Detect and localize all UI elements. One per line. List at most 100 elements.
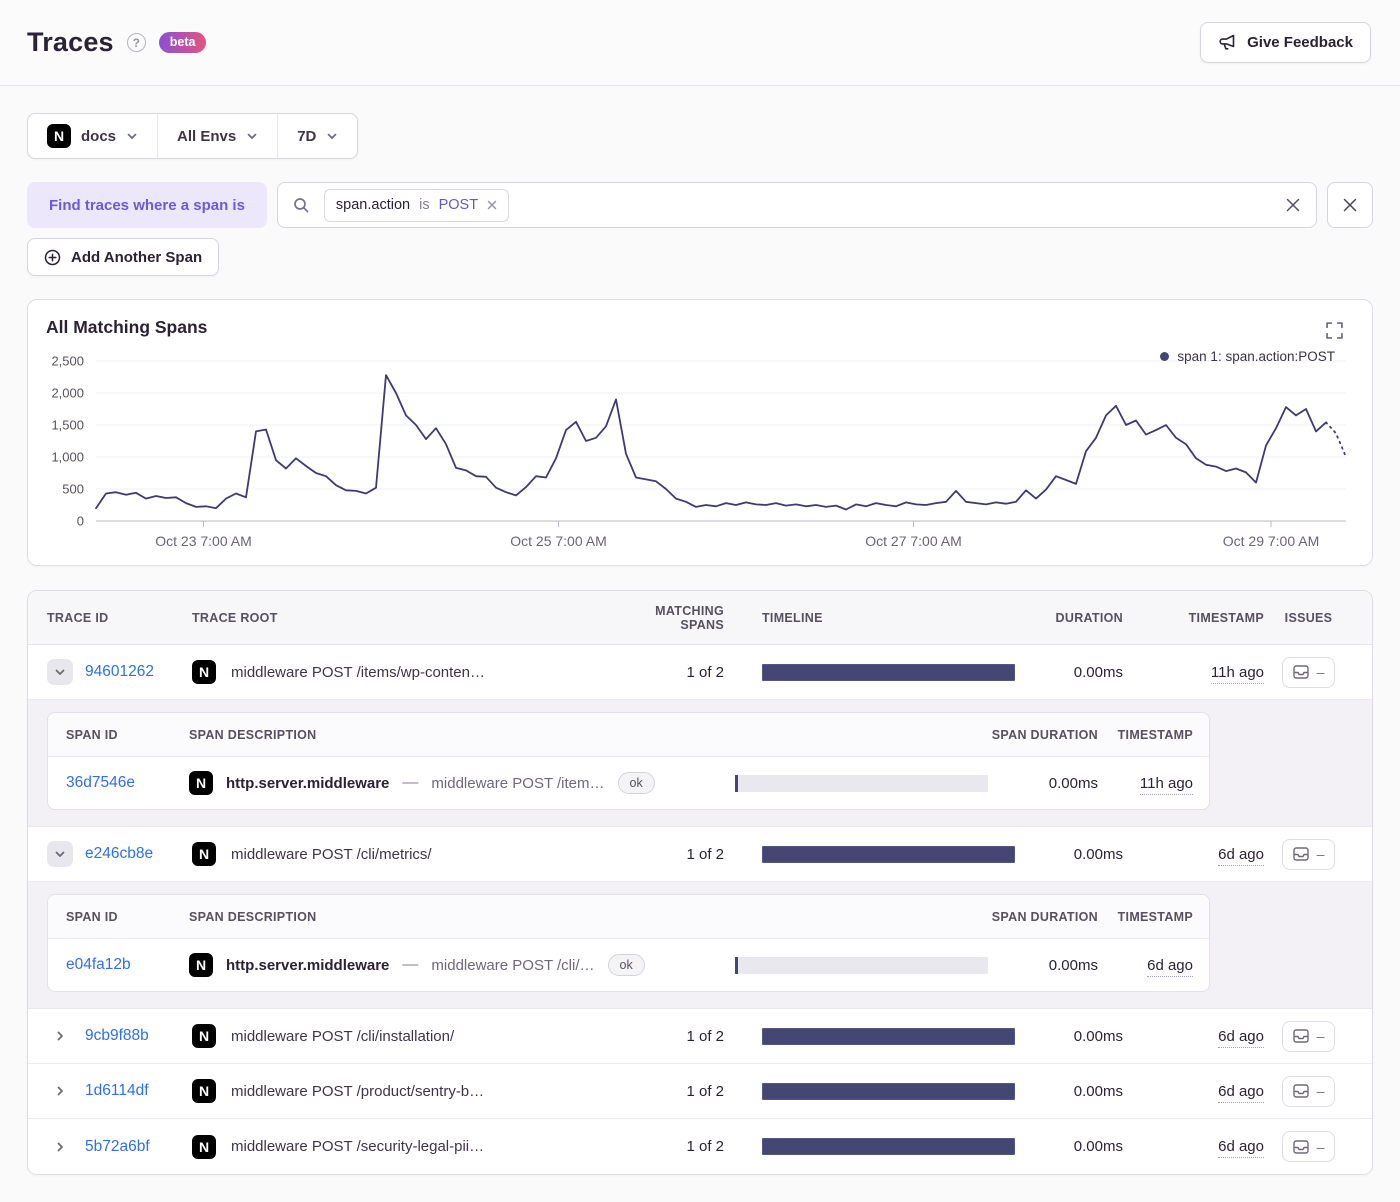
span-description: middleware POST /cli/…: [431, 956, 595, 974]
collapse-trace-button[interactable]: [47, 659, 73, 685]
svg-text:500: 500: [62, 482, 84, 497]
svg-text:Oct 25 7:00 AM: Oct 25 7:00 AM: [510, 533, 607, 549]
chevron-down-icon: [54, 666, 66, 678]
matching-spans-count: 1 of 2: [686, 1138, 724, 1155]
span-id-link[interactable]: e04fa12b: [66, 956, 189, 974]
timestamp-value[interactable]: 6d ago: [1218, 1138, 1264, 1158]
trace-id-link[interactable]: 9cb9f88b: [85, 1027, 149, 1045]
trace-root-label: middleware POST /product/sentry-b…: [231, 1082, 485, 1100]
clear-search-icon[interactable]: [1285, 197, 1301, 213]
give-feedback-button[interactable]: Give Feedback: [1200, 22, 1371, 63]
project-selector[interactable]: N docs: [28, 114, 157, 158]
issues-button[interactable]: –: [1281, 1075, 1336, 1107]
issues-button[interactable]: –: [1281, 1020, 1336, 1052]
trace-id-link[interactable]: 94601262: [85, 663, 154, 681]
issues-icon: [1292, 665, 1309, 679]
matching-spans-count: 1 of 2: [686, 663, 724, 681]
date-range-selector[interactable]: 7D: [277, 114, 357, 158]
span-timeline-bar: [735, 774, 988, 792]
spans-subtable-header: SPAN ID SPAN DESCRIPTION SPAN DURATION TIME…: [48, 895, 1209, 939]
chevron-down-icon: [54, 848, 66, 860]
issues-icon: [1292, 1139, 1309, 1154]
add-another-span-label: Add Another Span: [71, 248, 203, 266]
trace-table-row: 5b72a6bf Nmiddleware POST /security-legal…: [28, 1119, 1372, 1174]
span-duration-value: 0.00ms: [1048, 956, 1098, 974]
remove-span-query-button[interactable]: [1327, 182, 1373, 228]
nextjs-icon: N: [189, 771, 213, 795]
chevron-right-icon: [54, 1030, 66, 1042]
col-matching-spans: MATCHING SPANS: [655, 603, 724, 632]
svg-text:0: 0: [77, 514, 84, 529]
environment-label: All Envs: [177, 127, 237, 145]
issues-button[interactable]: –: [1281, 838, 1336, 870]
legend-dot-icon: [1160, 352, 1170, 361]
expand-chart-icon[interactable]: [1326, 322, 1343, 339]
svg-text:2,500: 2,500: [51, 354, 84, 369]
col-span-duration: SPAN DURATION: [991, 727, 1098, 742]
issues-button[interactable]: –: [1281, 1131, 1336, 1162]
matching-spans-count: 1 of 2: [686, 1082, 724, 1100]
expanded-spans-panel: SPAN ID SPAN DESCRIPTION SPAN DURATION TIME…: [28, 882, 1372, 1009]
timestamp-value[interactable]: 6d ago: [1218, 845, 1264, 866]
chevron-down-icon: [326, 130, 338, 142]
col-span-timestamp: TIMESTAMP: [1117, 909, 1193, 924]
trace-root-label: middleware POST /cli/metrics/: [231, 845, 432, 863]
trace-id-link[interactable]: 1d6114df: [85, 1082, 149, 1100]
expand-trace-button[interactable]: [47, 1023, 73, 1049]
span-status-badge: ok: [607, 953, 645, 977]
timeline-bar: [762, 1138, 1015, 1155]
nextjs-icon: N: [192, 1079, 216, 1103]
nextjs-icon: N: [189, 953, 213, 977]
duration-value: 0.00ms: [1073, 1027, 1123, 1045]
trace-table-row: 9cb9f88b Nmiddleware POST /cli/installati…: [28, 1009, 1372, 1064]
col-span-duration: SPAN DURATION: [991, 909, 1098, 924]
duration-value: 0.00ms: [1073, 663, 1123, 681]
issues-icon: [1292, 1029, 1309, 1043]
svg-text:1,500: 1,500: [51, 418, 84, 433]
chevron-down-icon: [246, 130, 258, 142]
page-title: Traces: [27, 27, 114, 57]
expand-trace-button[interactable]: [47, 1134, 73, 1160]
help-icon[interactable]: ?: [126, 33, 146, 52]
timeline-bar: [762, 845, 1015, 863]
search-icon: [293, 197, 310, 214]
col-span-description: SPAN DESCRIPTION: [189, 909, 317, 924]
col-timestamp: TIMESTAMP: [1188, 610, 1264, 625]
col-timeline: TIMELINE: [762, 610, 823, 625]
issues-empty-dash: –: [1316, 1083, 1325, 1099]
token-operator: is: [419, 197, 430, 213]
expand-trace-button[interactable]: [47, 1078, 73, 1104]
trace-id-link[interactable]: 5b72a6bf: [85, 1138, 150, 1156]
page-filter-bar: N docs All Envs 7D: [27, 113, 359, 159]
timeline-bar: [762, 663, 1015, 681]
span-id-link[interactable]: 36d7546e: [66, 774, 189, 792]
trace-table-row: 1d6114df Nmiddleware POST /product/sentry…: [28, 1064, 1372, 1119]
plus-circle-icon: [44, 249, 61, 266]
issues-empty-dash: –: [1316, 664, 1325, 680]
svg-text:2,000: 2,000: [51, 386, 84, 401]
issues-icon: [1292, 1084, 1309, 1098]
collapse-trace-button[interactable]: [47, 841, 73, 867]
col-trace-id: TRACE ID: [47, 610, 109, 625]
trace-table-row: e246cb8e Nmiddleware POST /cli/metrics/1 …: [28, 827, 1372, 882]
duration-value: 0.00ms: [1073, 1138, 1123, 1155]
find-span-label: Find traces where a span is: [27, 182, 267, 228]
remove-token-icon[interactable]: [487, 200, 497, 210]
span-timestamp-value[interactable]: 6d ago: [1147, 956, 1193, 977]
span-description: middleware POST /item…: [431, 774, 605, 792]
span-search-input[interactable]: span.action is POST: [276, 182, 1317, 228]
issues-button[interactable]: –: [1281, 656, 1336, 688]
span-table-row: e04fa12b Nhttp.server.middleware — middlewa…: [48, 939, 1209, 991]
timestamp-value[interactable]: 6d ago: [1218, 1027, 1264, 1048]
token-value: POST: [438, 197, 479, 213]
environment-selector[interactable]: All Envs: [157, 114, 277, 158]
span-operation: http.server.middleware: [226, 774, 390, 792]
timestamp-value[interactable]: 11h ago: [1210, 663, 1264, 684]
add-another-span-button[interactable]: Add Another Span: [27, 238, 220, 276]
timestamp-value[interactable]: 6d ago: [1218, 1082, 1264, 1103]
span-timestamp-value[interactable]: 11h ago: [1139, 774, 1193, 795]
trace-id-link[interactable]: e246cb8e: [85, 845, 153, 863]
trace-root-label: middleware POST /cli/installation/: [231, 1027, 455, 1045]
search-filter-token[interactable]: span.action is POST: [323, 188, 510, 222]
spans-line-chart: Oct 23 7:00 AM Oct 25 7:00 AM Oct 27 7:00 …: [51, 354, 1347, 549]
